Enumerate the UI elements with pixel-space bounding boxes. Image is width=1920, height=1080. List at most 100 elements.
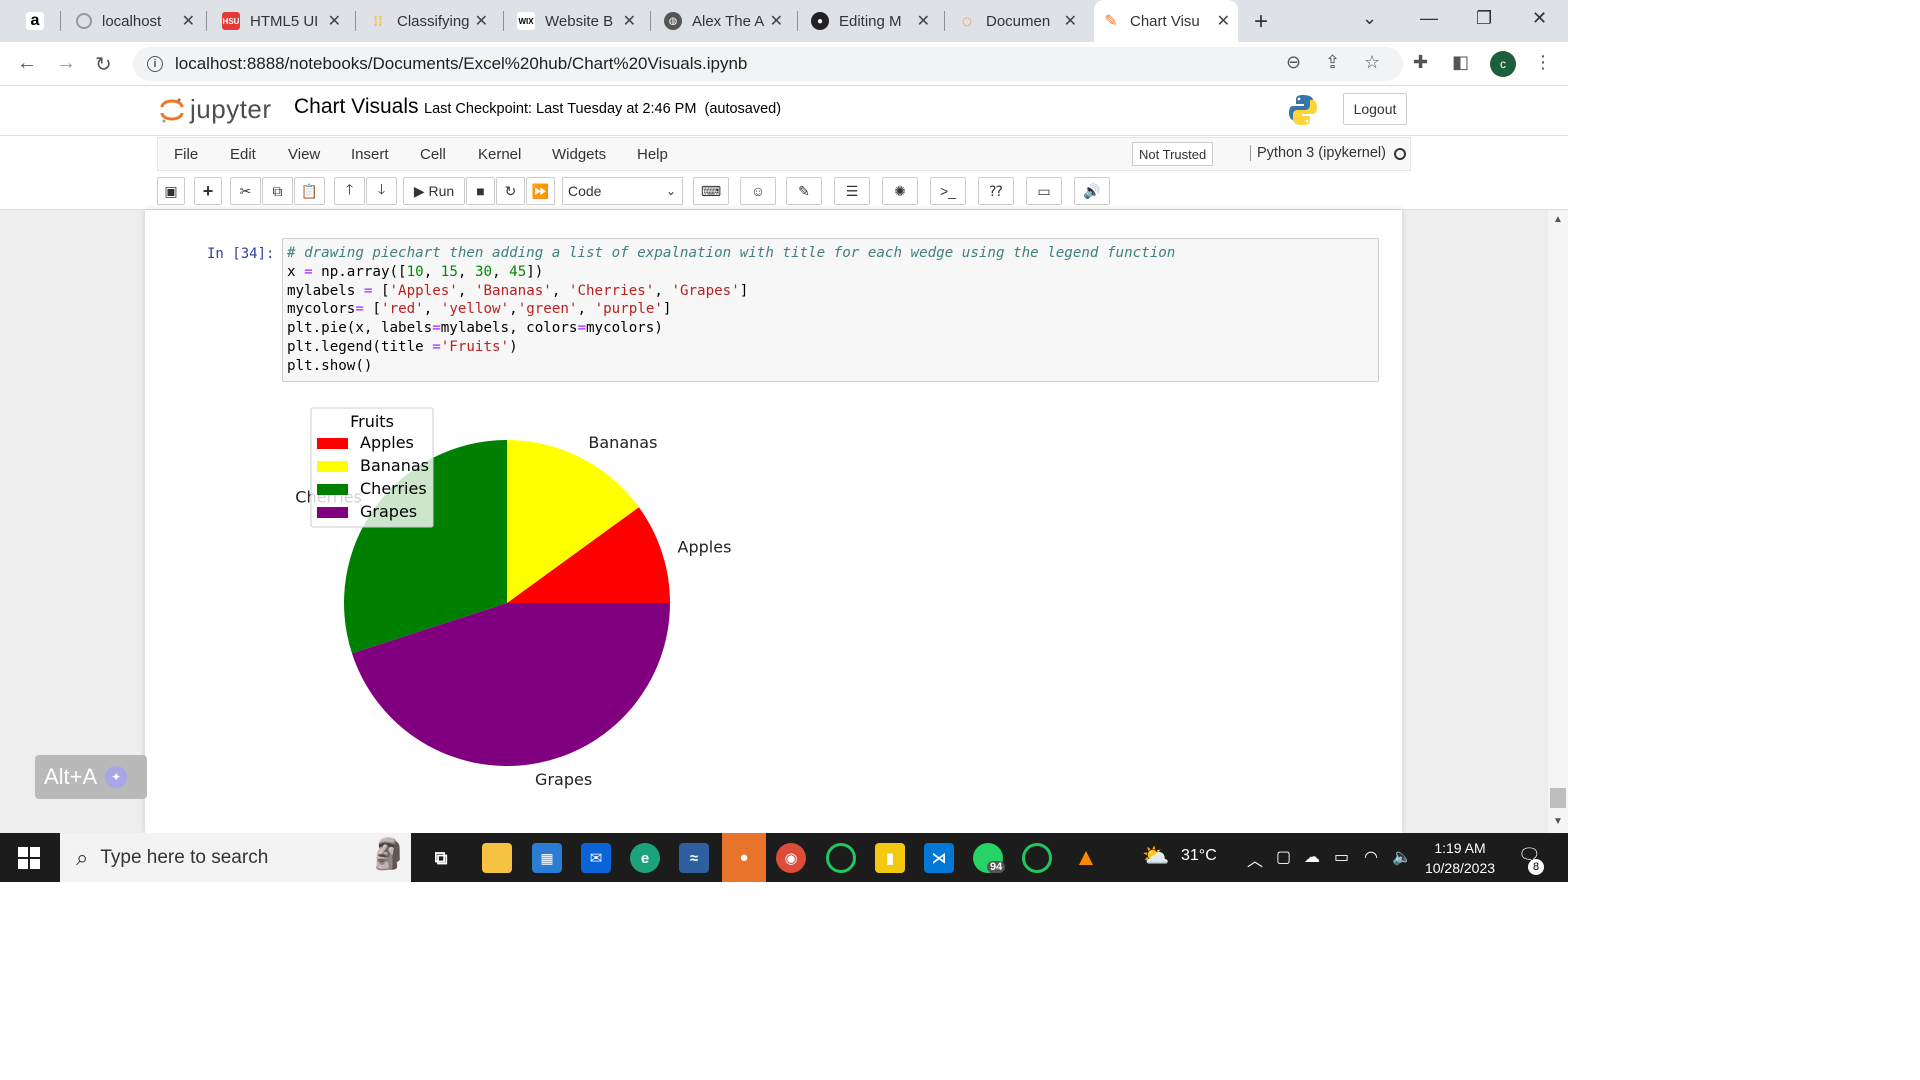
move-down-icon[interactable]: 🡓 bbox=[366, 177, 397, 205]
side-panel-icon[interactable]: ◧ bbox=[1452, 52, 1469, 73]
document-icon[interactable]: ☰ bbox=[834, 177, 870, 205]
taskbar-search[interactable]: ⌕ Type here to search 🗿 bbox=[60, 833, 411, 882]
notebook-title[interactable]: Chart Visuals bbox=[294, 95, 419, 119]
system-clock[interactable]: 1:19 AM 10/28/2023 bbox=[1420, 838, 1500, 878]
vlc-icon[interactable]: ▲ bbox=[1071, 843, 1101, 873]
close-icon[interactable]: ✕ bbox=[1217, 11, 1230, 31]
firefox-icon[interactable]: ● bbox=[722, 833, 766, 882]
close-icon[interactable]: ✕ bbox=[917, 11, 930, 31]
comment-icon[interactable]: ▭ bbox=[1026, 177, 1062, 205]
speaker-icon[interactable]: 🔊 bbox=[1074, 177, 1110, 205]
task-view-icon[interactable]: ⧉ bbox=[426, 843, 456, 873]
store-icon[interactable]: ▦ bbox=[532, 843, 562, 873]
menu-widgets[interactable]: Widgets bbox=[552, 146, 606, 163]
brush-icon[interactable]: ✎ bbox=[786, 177, 822, 205]
minimize-icon[interactable]: — bbox=[1420, 8, 1438, 29]
close-icon[interactable]: ✕ bbox=[475, 11, 488, 31]
reload-icon[interactable]: ↻ bbox=[95, 52, 112, 77]
weather-icon[interactable]: ⛅ bbox=[1142, 843, 1169, 869]
vscode-icon[interactable]: ⋊ bbox=[924, 843, 954, 873]
tab-label: Editing M bbox=[839, 12, 902, 30]
mysql-workbench-icon[interactable]: ≈ bbox=[679, 843, 709, 873]
back-icon[interactable]: ← bbox=[17, 52, 37, 75]
close-icon[interactable]: ✕ bbox=[1064, 11, 1077, 31]
tab-search-chevron-icon[interactable]: ⌄ bbox=[1362, 8, 1377, 29]
tab-amazon[interactable]: a bbox=[18, 0, 58, 42]
terminal-icon[interactable]: >_ bbox=[930, 177, 966, 205]
menu-view[interactable]: View bbox=[288, 146, 320, 163]
onedrive-icon[interactable]: ☁ bbox=[1304, 847, 1320, 867]
insert-cell-icon[interactable]: + bbox=[194, 177, 222, 205]
app-ring-icon[interactable] bbox=[826, 843, 856, 873]
move-up-icon[interactable]: 🡑 bbox=[334, 177, 365, 205]
code-cell-input[interactable]: # drawing piechart then adding a list of… bbox=[282, 238, 1379, 382]
browser-menu-icon[interactable]: ⋮ bbox=[1534, 52, 1552, 73]
comment-code-icon[interactable]: ⁇ bbox=[978, 177, 1014, 205]
extensions-icon[interactable]: ✚ bbox=[1413, 52, 1428, 73]
tab-classifying[interactable]: ⁞⁞ Classifying ✕ bbox=[361, 0, 496, 42]
menu-insert[interactable]: Insert bbox=[351, 146, 389, 163]
volume-icon[interactable]: 🔈 bbox=[1392, 847, 1412, 867]
kernel-name[interactable]: Python 3 (ipykernel) bbox=[1250, 145, 1386, 161]
mail-icon[interactable]: ✉ bbox=[581, 843, 611, 873]
tab-website[interactable]: WIX Website B ✕ bbox=[509, 0, 644, 42]
edge-icon[interactable]: e bbox=[630, 843, 660, 873]
trust-button[interactable]: Not Trusted bbox=[1132, 142, 1214, 166]
app-ring-icon-2[interactable] bbox=[1022, 843, 1052, 873]
chrome-icon[interactable]: ◉ bbox=[776, 843, 806, 873]
close-icon[interactable]: ✕ bbox=[623, 11, 636, 31]
wifi-icon[interactable]: ◠ bbox=[1364, 847, 1378, 867]
bug-icon[interactable]: ✺ bbox=[882, 177, 918, 205]
scroll-up-icon[interactable]: ▲ bbox=[1553, 214, 1563, 225]
tab-document[interactable]: ◌ Documen ✕ bbox=[950, 0, 1085, 42]
scroll-down-icon[interactable]: ▼ bbox=[1553, 816, 1563, 827]
close-icon[interactable]: ✕ bbox=[182, 11, 195, 31]
jupyter-logo[interactable]: jupyter bbox=[160, 94, 272, 125]
zoom-icon[interactable]: ⊖ bbox=[1286, 52, 1301, 73]
restart-icon[interactable]: ↻ bbox=[496, 177, 525, 205]
forward-icon[interactable]: → bbox=[56, 52, 76, 75]
power-bi-icon[interactable]: ▮ bbox=[875, 843, 905, 873]
run-button[interactable]: ▶ Run bbox=[403, 177, 465, 205]
menu-cell[interactable]: Cell bbox=[420, 146, 446, 163]
save-icon[interactable]: ▣ bbox=[157, 177, 185, 205]
address-bar[interactable]: i localhost:8888/notebooks/Documents/Exc… bbox=[133, 47, 1403, 81]
fast-forward-icon[interactable]: ⏩ bbox=[526, 177, 555, 205]
logout-button[interactable]: Logout bbox=[1343, 93, 1407, 125]
tab-html5[interactable]: HSU HTML5 UI ✕ bbox=[214, 0, 349, 42]
robot-icon[interactable]: ☺ bbox=[740, 177, 776, 205]
cut-icon[interactable]: ✂ bbox=[230, 177, 261, 205]
new-tab-icon[interactable]: + bbox=[1254, 8, 1268, 36]
windows-start-icon[interactable] bbox=[18, 847, 40, 869]
share-icon[interactable]: ⇪ bbox=[1325, 52, 1340, 73]
battery-icon[interactable]: ▭ bbox=[1334, 847, 1349, 867]
cell-type-select[interactable]: Code ⌄ bbox=[562, 177, 683, 205]
menu-file[interactable]: File bbox=[174, 146, 198, 163]
profile-avatar[interactable]: c bbox=[1490, 51, 1516, 77]
file-explorer-icon[interactable] bbox=[482, 843, 512, 873]
alt-a-overlay[interactable]: Alt+A ✦ bbox=[35, 755, 147, 799]
bookmark-star-icon[interactable]: ☆ bbox=[1364, 52, 1380, 73]
tab-editing[interactable]: ● Editing M ✕ bbox=[803, 0, 938, 42]
close-icon[interactable]: ✕ bbox=[770, 11, 783, 31]
window-close-icon[interactable]: ✕ bbox=[1532, 8, 1547, 29]
scrollbar-thumb[interactable] bbox=[1550, 788, 1566, 808]
tab-chart-visuals[interactable]: ✎ Chart Visu ✕ bbox=[1094, 0, 1238, 42]
weather-temp[interactable]: 31°C bbox=[1181, 847, 1217, 865]
close-icon[interactable]: ✕ bbox=[328, 11, 341, 31]
tray-chevron-icon[interactable]: ︿ bbox=[1247, 847, 1263, 871]
scrollbar[interactable]: ▲ ▼ bbox=[1548, 210, 1568, 833]
tab-localhost[interactable]: localhost ✕ bbox=[68, 0, 203, 42]
keyboard-icon[interactable]: ⌨ bbox=[693, 177, 729, 205]
paste-icon[interactable]: 📋 bbox=[294, 177, 325, 205]
menu-kernel[interactable]: Kernel bbox=[478, 146, 521, 163]
menu-help[interactable]: Help bbox=[637, 146, 668, 163]
meet-icon[interactable]: ▢ bbox=[1276, 847, 1291, 867]
stop-icon[interactable]: ■ bbox=[466, 177, 495, 205]
copy-icon[interactable]: ⧉ bbox=[262, 177, 293, 205]
restore-icon[interactable]: ❐ bbox=[1476, 8, 1492, 29]
site-info-icon[interactable]: i bbox=[147, 56, 163, 72]
tab-alex[interactable]: ◍ Alex The A ✕ bbox=[656, 0, 791, 42]
menu-edit[interactable]: Edit bbox=[230, 146, 256, 163]
whatsapp-icon[interactable]: 94 bbox=[973, 843, 1006, 873]
